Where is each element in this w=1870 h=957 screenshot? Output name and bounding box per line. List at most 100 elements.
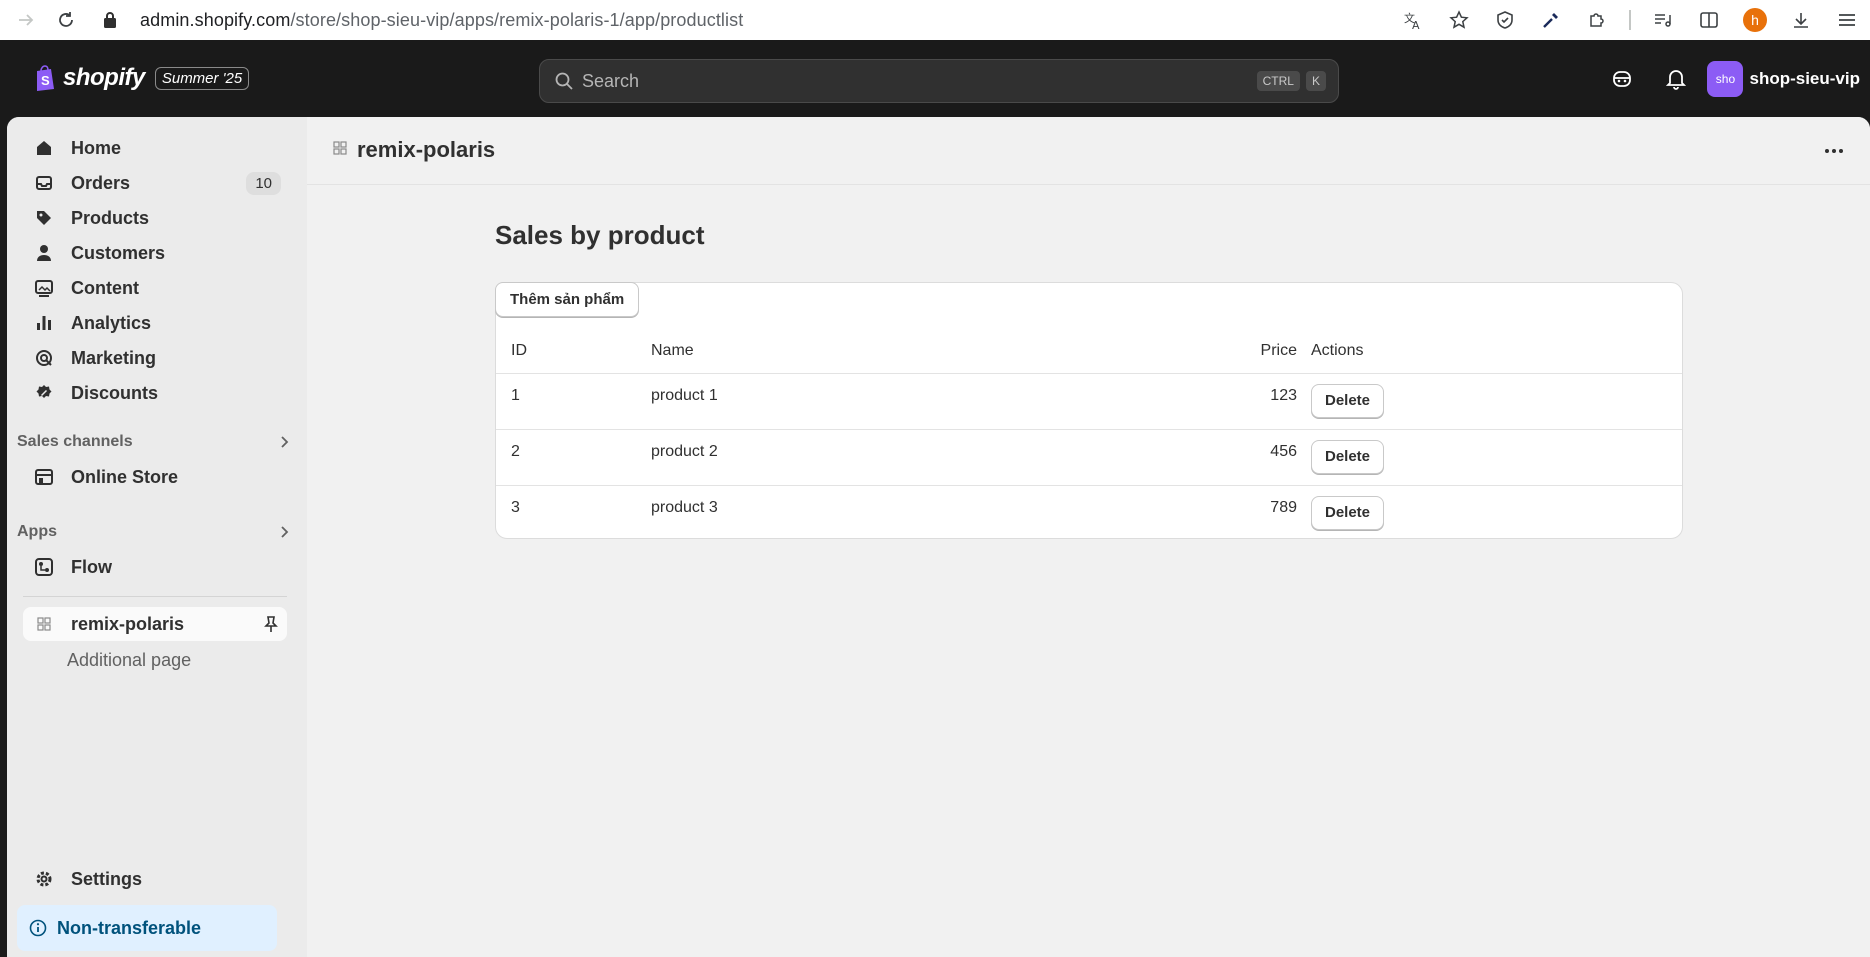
sidebar-item-label: Analytics bbox=[71, 312, 152, 333]
sidebar-item-marketing[interactable]: Marketing bbox=[23, 341, 287, 375]
sidebar-item-label: Content bbox=[71, 277, 139, 298]
sidebar-item-home[interactable]: Home bbox=[23, 131, 287, 165]
sidebar-item-label: Discounts bbox=[71, 382, 159, 403]
cell-price: 123 bbox=[1196, 373, 1311, 430]
browser-toolbar: admin.shopify.com/store/shop-sieu-vip/ap… bbox=[0, 0, 1870, 40]
sidebar-item-label: remix-polaris bbox=[71, 613, 185, 634]
browser-menu-button[interactable] bbox=[1824, 0, 1870, 40]
cell-name: product 3 bbox=[651, 498, 718, 516]
column-header-name: Name bbox=[651, 329, 1196, 374]
sidebar-item-orders[interactable]: Orders 10 bbox=[23, 166, 287, 200]
sidekick-button[interactable] bbox=[1595, 58, 1649, 100]
profile-button[interactable]: h bbox=[1732, 0, 1778, 40]
address-bar[interactable]: admin.shopify.com/store/shop-sieu-vip/ap… bbox=[98, 4, 1523, 36]
sidebar-item-label: Products bbox=[71, 207, 150, 228]
sidebar-item-label: Online Store bbox=[71, 466, 179, 487]
sidebar-item-additional-page[interactable]: Additional page bbox=[67, 650, 191, 671]
products-table: ID Name Price Actions 1 product 1 123 De… bbox=[496, 329, 1682, 541]
topbar-actions: sho shop-sieu-vip bbox=[1595, 58, 1860, 100]
sidebar-item-flow[interactable]: Flow bbox=[23, 550, 287, 584]
eyedropper-icon bbox=[1543, 13, 1558, 28]
download-icon bbox=[1794, 13, 1808, 28]
sidebar-item-online-store[interactable]: Online Store bbox=[23, 460, 287, 494]
image-icon bbox=[33, 277, 55, 299]
store-name: shop-sieu-vip bbox=[1749, 69, 1860, 88]
sidebar-item-content[interactable]: Content bbox=[23, 271, 287, 305]
shield-extension-button[interactable] bbox=[1482, 0, 1528, 40]
sidebar-item-customers[interactable]: Customers bbox=[23, 236, 287, 270]
url-text: admin.shopify.com/store/shop-sieu-vip/ap… bbox=[140, 10, 743, 31]
sidebar-item-remix-polaris[interactable]: remix-polaris bbox=[23, 607, 287, 641]
page-title: Sales by product bbox=[495, 220, 705, 250]
admin-frame: Home Orders 10 Products Customers Conten… bbox=[7, 117, 1870, 957]
shortcut-key-k: K bbox=[1305, 71, 1326, 91]
non-transferable-label: Non-transferable bbox=[57, 917, 202, 938]
extensions-button[interactable] bbox=[1574, 0, 1620, 40]
chevron-right-icon bbox=[275, 522, 295, 542]
sidebar-item-label: Orders bbox=[71, 172, 131, 193]
forward-button[interactable] bbox=[6, 0, 46, 40]
sidebar-item-discounts[interactable]: Discounts bbox=[23, 376, 287, 410]
discount-icon bbox=[33, 382, 55, 404]
sidebar-item-label: Flow bbox=[71, 556, 112, 577]
cell-actions: Delete bbox=[1311, 429, 1682, 486]
sidebar-divider bbox=[23, 596, 287, 597]
delete-button[interactable]: Delete bbox=[1311, 383, 1385, 418]
notifications-button[interactable] bbox=[1649, 58, 1703, 100]
flow-icon bbox=[33, 556, 55, 578]
search-input[interactable]: Search CTRL K bbox=[539, 59, 1339, 103]
shopify-logo[interactable]: S shopify Summer '25 bbox=[33, 64, 250, 92]
edition-badge[interactable]: Summer '25 bbox=[154, 66, 250, 90]
target-icon bbox=[33, 347, 55, 369]
svg-text:S: S bbox=[41, 73, 50, 88]
app-title: remix-polaris bbox=[357, 137, 496, 162]
app-grid-icon bbox=[333, 140, 347, 160]
sidebar-item-label: Home bbox=[71, 137, 122, 158]
pin-icon[interactable] bbox=[263, 615, 279, 638]
store-menu-button[interactable]: sho shop-sieu-vip bbox=[1707, 61, 1860, 97]
delete-button[interactable]: Delete bbox=[1311, 495, 1385, 530]
profile-avatar: h bbox=[1743, 8, 1767, 32]
sales-channels-header[interactable]: Sales channels bbox=[17, 428, 295, 456]
store-avatar: sho bbox=[1707, 61, 1744, 97]
shopify-topbar: S shopify Summer '25 Search CTRL K sho s… bbox=[7, 40, 1870, 117]
sidebar-item-products[interactable]: Products bbox=[23, 201, 287, 235]
toolbar-separator bbox=[1620, 0, 1640, 40]
add-product-button[interactable]: Thêm sản phẩm bbox=[495, 282, 640, 317]
url-path: /store/shop-sieu-vip/apps/remix-polaris-… bbox=[290, 9, 744, 30]
non-transferable-banner[interactable]: Non-transferable bbox=[17, 905, 277, 951]
table-row: 1 product 1 123 Delete bbox=[496, 373, 1682, 430]
inbox-icon bbox=[33, 172, 55, 194]
translate-button[interactable]: 文A bbox=[1390, 0, 1436, 40]
translate-icon: 文A bbox=[1404, 11, 1420, 30]
table-header-row: ID Name Price Actions bbox=[496, 329, 1682, 374]
column-header-id: ID bbox=[496, 329, 651, 374]
shortcut-key-ctrl: CTRL bbox=[1256, 71, 1300, 91]
home-icon bbox=[33, 137, 55, 159]
search-icon bbox=[555, 72, 573, 90]
sidebar-item-label: Marketing bbox=[71, 347, 157, 368]
apps-header[interactable]: Apps bbox=[17, 518, 295, 546]
delete-button[interactable]: Delete bbox=[1311, 439, 1385, 474]
reading-list-button[interactable] bbox=[1640, 0, 1686, 40]
sidebar-item-label: Customers bbox=[71, 242, 166, 263]
eyedropper-extension-button[interactable] bbox=[1528, 0, 1574, 40]
arrow-right-icon bbox=[19, 14, 34, 26]
sidebar: Home Orders 10 Products Customers Conten… bbox=[7, 117, 307, 957]
gear-icon bbox=[33, 868, 55, 890]
cell-actions: Delete bbox=[1311, 373, 1682, 430]
downloads-button[interactable] bbox=[1778, 0, 1824, 40]
reload-button[interactable] bbox=[46, 0, 86, 40]
reload-icon bbox=[59, 12, 73, 27]
sidebar-item-settings[interactable]: Settings bbox=[23, 862, 287, 896]
side-panel-button[interactable] bbox=[1686, 0, 1732, 40]
bookmark-button[interactable] bbox=[1436, 0, 1482, 40]
sales-channels-label: Sales channels bbox=[17, 433, 133, 450]
puzzle-icon bbox=[1590, 13, 1604, 27]
svg-text:A: A bbox=[1412, 19, 1420, 30]
sidebar-item-analytics[interactable]: Analytics bbox=[23, 306, 287, 340]
person-icon bbox=[33, 242, 55, 264]
orders-count-badge: 10 bbox=[246, 171, 281, 195]
more-actions-icon[interactable] bbox=[1822, 141, 1846, 161]
products-card: Thêm sản phẩm ID Name Price Actions 1 pr… bbox=[495, 282, 1683, 539]
